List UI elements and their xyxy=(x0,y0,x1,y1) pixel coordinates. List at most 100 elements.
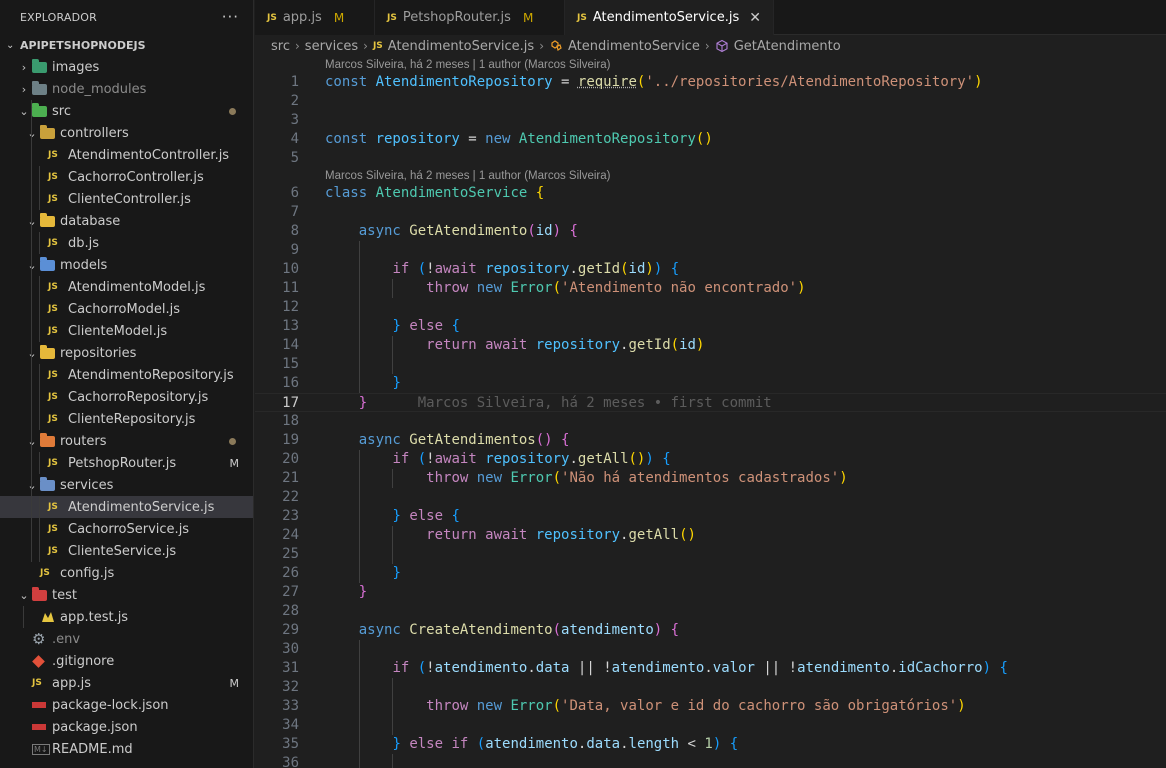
code-line[interactable]: 29 async CreateAtendimento(atendimento) … xyxy=(255,621,1166,640)
tree-file[interactable]: package-lock.json xyxy=(0,694,253,716)
breadcrumb-file[interactable]: AtendimentoService.js xyxy=(388,39,534,54)
code-text: throw new Error('Atendimento não encontr… xyxy=(426,280,806,296)
line-number: 15 xyxy=(282,356,299,372)
gear-icon: ⚙ xyxy=(32,630,46,648)
code-line[interactable]: 17 } Marcos Silveira, há 2 meses • first… xyxy=(255,393,1166,412)
code-line[interactable]: 6 class AtendimentoService { xyxy=(255,184,1166,203)
code-line[interactable]: 12 xyxy=(255,298,1166,317)
js-file-icon: JS xyxy=(48,458,58,468)
tree-folder[interactable]: ⌄ controllers xyxy=(0,122,253,144)
tree-file[interactable]: M↓ README.md xyxy=(0,738,253,760)
code-line[interactable]: 16 } xyxy=(255,374,1166,393)
line-number: 16 xyxy=(282,375,299,391)
codelens-author[interactable]: Marcos Silveira, há 2 meses | 1 author (… xyxy=(325,57,610,73)
code-line[interactable]: 20 if (!await repository.getAll()) { xyxy=(255,450,1166,469)
project-name: APIPETSHOPNODEJS xyxy=(20,38,146,52)
code-line[interactable]: 2 xyxy=(255,92,1166,111)
tree-file[interactable]: JS db.js xyxy=(0,232,253,254)
code-line[interactable]: 19 async GetAtendimentos() { xyxy=(255,431,1166,450)
code-line[interactable]: 28 xyxy=(255,602,1166,621)
js-file-icon: JS xyxy=(577,12,587,23)
tree-item-label: README.md xyxy=(52,741,133,757)
close-icon[interactable]: ✕ xyxy=(749,10,761,26)
code-text: async GetAtendimentos() { xyxy=(358,432,570,448)
tree-file[interactable]: JS config.js xyxy=(0,562,253,584)
line-number: 33 xyxy=(282,698,299,714)
code-line[interactable]: 5 xyxy=(255,149,1166,168)
code-line[interactable]: 8 async GetAtendimento(id) { xyxy=(255,222,1166,241)
tab-petshoprouter-js[interactable]: JS PetshopRouter.js M xyxy=(375,0,565,35)
code-line[interactable]: 27 } xyxy=(255,583,1166,602)
code-editor[interactable]: Marcos Silveira, há 2 meses | 1 author (… xyxy=(255,57,1166,768)
js-file-icon: JS xyxy=(48,282,58,292)
project-root[interactable]: ⌄ APIPETSHOPNODEJS xyxy=(0,34,253,56)
code-text: throw new Error('Data, valor e id do cac… xyxy=(426,698,966,714)
line-number: 7 xyxy=(290,204,299,220)
code-line[interactable]: 30 xyxy=(255,640,1166,659)
line-number: 12 xyxy=(282,299,299,315)
code-text: if (!await repository.getAll()) { xyxy=(392,451,671,467)
breadcrumb-src[interactable]: src xyxy=(271,39,290,54)
tree-file[interactable]: JS AtendimentoService.js xyxy=(0,496,253,518)
tree-folder[interactable]: ⌄ src xyxy=(0,100,253,122)
tree-file[interactable]: JS CachorroModel.js xyxy=(0,298,253,320)
code-line[interactable]: 10 if (!await repository.getId(id)) { xyxy=(255,260,1166,279)
tree-file[interactable]: JS AtendimentoController.js xyxy=(0,144,253,166)
tab-app-js[interactable]: JS app.js M xyxy=(255,0,375,35)
code-line[interactable]: 23 } else { xyxy=(255,507,1166,526)
tree-item-label: app.test.js xyxy=(60,609,129,625)
tree-file[interactable]: JS app.js M xyxy=(0,672,253,694)
tab-atendimentoservice-js[interactable]: JS AtendimentoService.js ✕ xyxy=(565,0,774,35)
tree-folder[interactable]: ⌄ database xyxy=(0,210,253,232)
tree-folder[interactable]: ⌄ repositories xyxy=(0,342,253,364)
line-number: 26 xyxy=(282,565,299,581)
code-line[interactable]: 31 if (!atendimento.data || !atendimento… xyxy=(255,659,1166,678)
tree-folder[interactable]: › node_modules xyxy=(0,78,253,100)
tree-file[interactable]: JS CachorroRepository.js xyxy=(0,386,253,408)
code-line[interactable]: 35 } else if (atendimento.data.length < … xyxy=(255,735,1166,754)
chevron-right-icon: › xyxy=(539,39,544,53)
chevron-down-icon: ⌄ xyxy=(19,588,29,602)
code-line[interactable]: 1 const AtendimentoRepository = require('… xyxy=(255,73,1166,92)
code-text: class AtendimentoService { xyxy=(325,185,545,201)
breadcrumb-class[interactable]: AtendimentoService xyxy=(568,39,700,54)
tree-file[interactable]: app.test.js xyxy=(0,606,253,628)
tree-file[interactable]: ⚙ .env xyxy=(0,628,253,650)
tree-folder[interactable]: ⌄ models xyxy=(0,254,253,276)
code-line[interactable]: 18 xyxy=(255,412,1166,431)
tree-file[interactable]: JS ClienteModel.js xyxy=(0,320,253,342)
tree-file[interactable]: JS CachorroController.js xyxy=(0,166,253,188)
code-line[interactable]: 13 } else { xyxy=(255,317,1166,336)
modified-badge: M xyxy=(229,676,240,690)
code-line[interactable]: 9 xyxy=(255,241,1166,260)
tree-file[interactable]: JS CachorroService.js xyxy=(0,518,253,540)
code-line[interactable]: 7 xyxy=(255,203,1166,222)
tree-file[interactable]: package.json xyxy=(0,716,253,738)
tree-file[interactable]: JS ClienteController.js xyxy=(0,188,253,210)
tree-folder[interactable]: ⌄ routers xyxy=(0,430,253,452)
code-line[interactable]: 3 xyxy=(255,111,1166,130)
code-line[interactable]: 22 xyxy=(255,488,1166,507)
tree-file[interactable]: JS ClienteRepository.js xyxy=(0,408,253,430)
tree-item-label: PetshopRouter.js xyxy=(68,455,177,471)
breadcrumb-services[interactable]: services xyxy=(305,39,358,54)
tree-file[interactable]: .gitignore xyxy=(0,650,253,672)
tree-item-label: package-lock.json xyxy=(52,697,169,713)
tree-folder[interactable]: ⌄ test xyxy=(0,584,253,606)
tree-item-label: package.json xyxy=(52,719,138,735)
more-actions-icon[interactable]: ··· xyxy=(222,8,239,26)
folder-icon xyxy=(32,80,52,95)
tree-item-label: ClienteController.js xyxy=(68,191,191,207)
tree-file[interactable]: JS AtendimentoModel.js xyxy=(0,276,253,298)
tree-folder[interactable]: ⌄ services xyxy=(0,474,253,496)
tree-item-label: routers xyxy=(60,433,107,449)
tree-folder[interactable]: › images xyxy=(0,56,253,78)
indent-guide xyxy=(23,606,24,628)
tree-file[interactable]: JS AtendimentoRepository.js xyxy=(0,364,253,386)
tree-file[interactable]: JS ClienteService.js xyxy=(0,540,253,562)
code-line[interactable]: 26 } xyxy=(255,564,1166,583)
code-line[interactable]: 4 const repository = new AtendimentoRepos… xyxy=(255,130,1166,149)
breadcrumb-method[interactable]: GetAtendimento xyxy=(734,39,841,54)
tree-file[interactable]: JS PetshopRouter.js M xyxy=(0,452,253,474)
codelens-author[interactable]: Marcos Silveira, há 2 meses | 1 author (… xyxy=(325,168,610,184)
